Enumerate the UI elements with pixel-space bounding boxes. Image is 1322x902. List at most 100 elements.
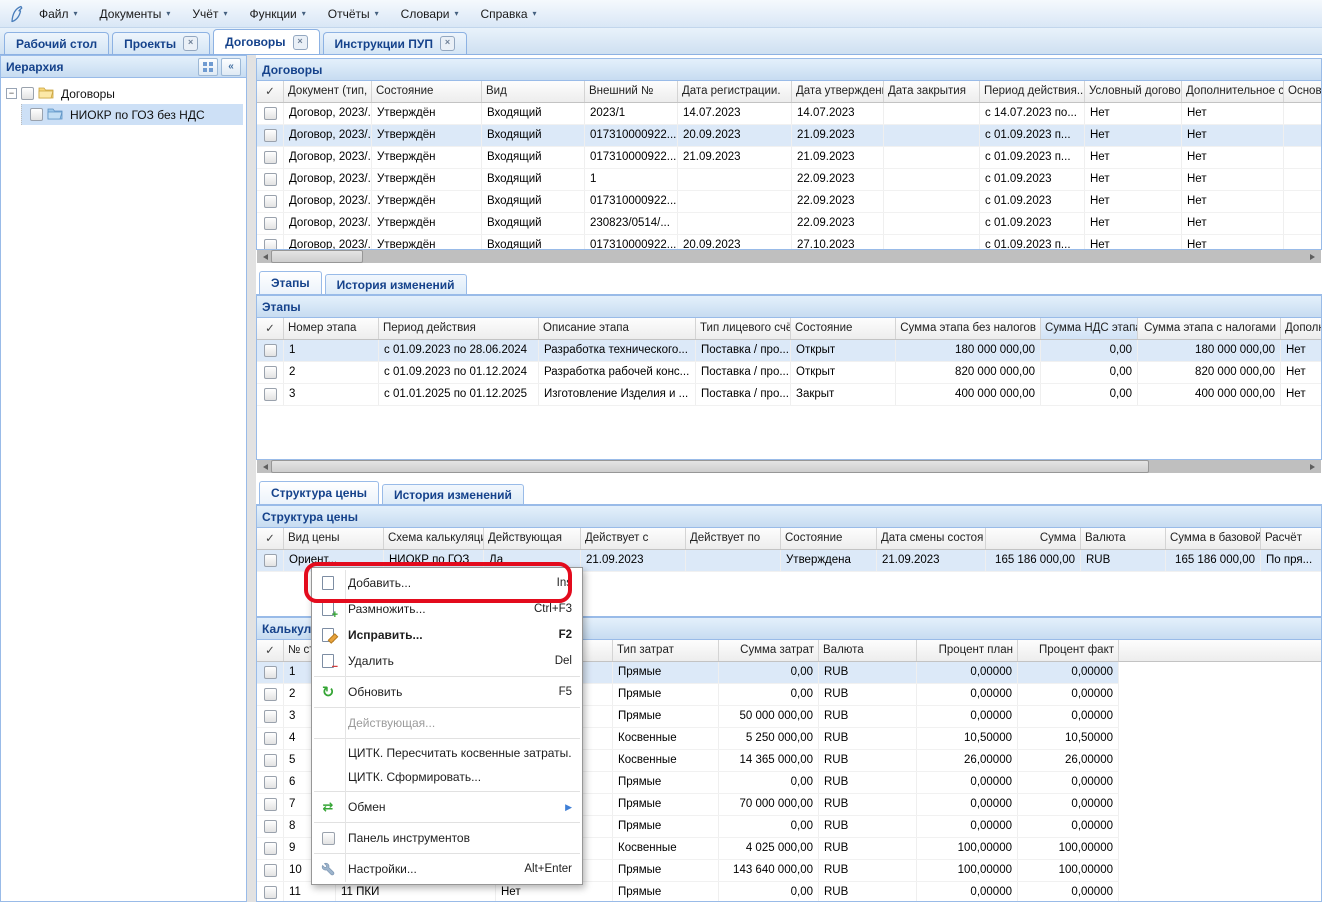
- menubar-item[interactable]: Документы▾: [89, 3, 182, 25]
- table-row[interactable]: Договор, 2023/...УтверждёнВходящий017310…: [257, 235, 1321, 250]
- tab[interactable]: История изменений: [325, 274, 467, 294]
- column-header[interactable]: Дата закрытия: [884, 81, 980, 102]
- table-row[interactable]: 2с 01.09.2023 по 01.12.2024Разработка ра…: [257, 362, 1321, 384]
- column-header[interactable]: Вид цены: [284, 528, 384, 549]
- column-header[interactable]: Дата регистрации.: [678, 81, 792, 102]
- menubar-item[interactable]: Функции▾: [238, 3, 316, 25]
- tab-close-icon[interactable]: ×: [440, 36, 455, 51]
- menubar-item[interactable]: Файл▾: [28, 3, 89, 25]
- column-header[interactable]: Состояние: [781, 528, 877, 549]
- row-checkbox[interactable]: [264, 666, 277, 679]
- row-checkbox[interactable]: [264, 388, 277, 401]
- table-row[interactable]: Договор, 2023/...УтверждёнВходящий017310…: [257, 147, 1321, 169]
- tab[interactable]: Структура цены: [259, 481, 379, 504]
- tree-node-root[interactable]: − Договоры: [4, 83, 243, 104]
- column-header[interactable]: Схема калькуляци: [384, 528, 484, 549]
- menu-item[interactable]: ЦИТК. Пересчитать косвенные затраты...: [312, 741, 582, 765]
- menubar-item[interactable]: Отчёты▾: [317, 3, 390, 25]
- row-checkbox[interactable]: [264, 732, 277, 745]
- row-checkbox[interactable]: [264, 886, 277, 899]
- column-header[interactable]: Дополнительное с: [1182, 81, 1284, 102]
- row-checkbox[interactable]: [264, 554, 277, 567]
- column-header[interactable]: Тип лицевого счёт: [696, 318, 791, 339]
- column-header[interactable]: Период действия..: [980, 81, 1085, 102]
- tree-checkbox[interactable]: [21, 87, 34, 100]
- row-checkbox[interactable]: [264, 217, 277, 230]
- scroll-left-icon[interactable]: [257, 250, 271, 263]
- menu-item[interactable]: Исправить...F2: [312, 622, 582, 648]
- column-header[interactable]: Состояние: [372, 81, 482, 102]
- table-row[interactable]: 1с 01.09.2023 по 28.06.2024Разработка те…: [257, 340, 1321, 362]
- row-checkbox[interactable]: [264, 239, 277, 250]
- select-all-header[interactable]: ✓: [257, 640, 284, 661]
- row-checkbox[interactable]: [264, 798, 277, 811]
- table-row[interactable]: Договор, 2023/...УтверждёнВходящий017310…: [257, 191, 1321, 213]
- menu-item[interactable]: Добавить...Ins: [312, 570, 582, 596]
- table-row[interactable]: 1111 ПКИНетПрямые0,00RUB0,000000,00000: [257, 882, 1119, 902]
- contracts-hscrollbar[interactable]: [257, 250, 1321, 263]
- select-all-header[interactable]: ✓: [257, 318, 284, 339]
- tree-node-label[interactable]: НИОКР по ГОЗ без НДС: [67, 107, 208, 123]
- grid-view-icon[interactable]: [198, 58, 218, 76]
- row-checkbox[interactable]: [264, 842, 277, 855]
- column-header[interactable]: Документ (тип, №: [284, 81, 372, 102]
- tab[interactable]: Этапы: [259, 271, 322, 294]
- tab[interactable]: История изменений: [382, 484, 524, 504]
- menubar-item[interactable]: Учёт▾: [181, 3, 238, 25]
- scroll-left-icon[interactable]: [257, 460, 271, 473]
- collapse-panel-icon[interactable]: «: [221, 58, 241, 76]
- column-header[interactable]: Расчёт: [1261, 528, 1322, 549]
- menubar-item[interactable]: Справка▾: [469, 3, 547, 25]
- row-checkbox[interactable]: [264, 173, 277, 186]
- tab-close-icon[interactable]: ×: [183, 36, 198, 51]
- row-checkbox[interactable]: [264, 344, 277, 357]
- menu-item[interactable]: ⇄Обмен▶: [312, 794, 582, 820]
- column-header[interactable]: Сумма этапа с налогами: [1138, 318, 1281, 339]
- tree-checkbox[interactable]: [30, 108, 43, 121]
- row-checkbox[interactable]: [264, 366, 277, 379]
- column-header[interactable]: Дополн: [1281, 318, 1322, 339]
- table-row[interactable]: Договор, 2023/...УтверждёнВходящий017310…: [257, 125, 1321, 147]
- column-header[interactable]: Процент план: [917, 640, 1018, 661]
- scrollbar-thumb[interactable]: [271, 250, 363, 263]
- column-header[interactable]: Валюта: [1081, 528, 1166, 549]
- column-header[interactable]: Внешний №: [585, 81, 678, 102]
- column-header[interactable]: Валюта: [819, 640, 917, 661]
- column-header[interactable]: Тип затрат: [613, 640, 719, 661]
- menu-item[interactable]: ↻ОбновитьF5: [312, 679, 582, 705]
- column-header[interactable]: Условный договор: [1085, 81, 1182, 102]
- column-header[interactable]: Основн: [1284, 81, 1322, 102]
- column-header[interactable]: Действует с: [581, 528, 686, 549]
- tab[interactable]: Проекты×: [112, 32, 210, 54]
- column-header[interactable]: Состояние: [791, 318, 896, 339]
- tab[interactable]: Инструкции ПУП×: [323, 32, 467, 54]
- row-checkbox[interactable]: [264, 195, 277, 208]
- column-header[interactable]: Описание этапа: [539, 318, 696, 339]
- select-all-header[interactable]: ✓: [257, 528, 284, 549]
- menu-item[interactable]: Настройки...Alt+Enter: [312, 856, 582, 882]
- scroll-right-icon[interactable]: [1307, 460, 1321, 473]
- select-all-header[interactable]: ✓: [257, 81, 284, 102]
- column-header[interactable]: Период действия: [379, 318, 539, 339]
- scroll-right-icon[interactable]: [1307, 250, 1321, 263]
- table-row[interactable]: Договор, 2023/...УтверждёнВходящий230823…: [257, 213, 1321, 235]
- row-checkbox[interactable]: [264, 129, 277, 142]
- column-header[interactable]: Вид: [482, 81, 585, 102]
- column-header[interactable]: Сумма: [986, 528, 1081, 549]
- menu-item[interactable]: −УдалитьDel: [312, 648, 582, 674]
- column-header[interactable]: Сумма этапа без налогов: [896, 318, 1041, 339]
- tree-node-niokr[interactable]: НИОКР по ГОЗ без НДС: [21, 104, 243, 125]
- menu-item[interactable]: Действующая...: [312, 710, 582, 736]
- menu-item[interactable]: Панель инструментов: [312, 825, 582, 851]
- menubar-item[interactable]: Словари▾: [390, 3, 470, 25]
- table-row[interactable]: Договор, 2023/...УтверждёнВходящий122.09…: [257, 169, 1321, 191]
- column-header[interactable]: Действует по: [686, 528, 781, 549]
- column-header[interactable]: Сумма затрат: [719, 640, 819, 661]
- tab-close-icon[interactable]: ×: [293, 35, 308, 50]
- column-header[interactable]: Дата смены состоя: [877, 528, 986, 549]
- row-checkbox[interactable]: [264, 107, 277, 120]
- column-header[interactable]: Сумма НДС этапа: [1041, 318, 1138, 339]
- tab[interactable]: Договоры×: [213, 29, 319, 54]
- stages-hscrollbar[interactable]: [257, 460, 1321, 473]
- menu-item[interactable]: +Размножить...Ctrl+F3: [312, 596, 582, 622]
